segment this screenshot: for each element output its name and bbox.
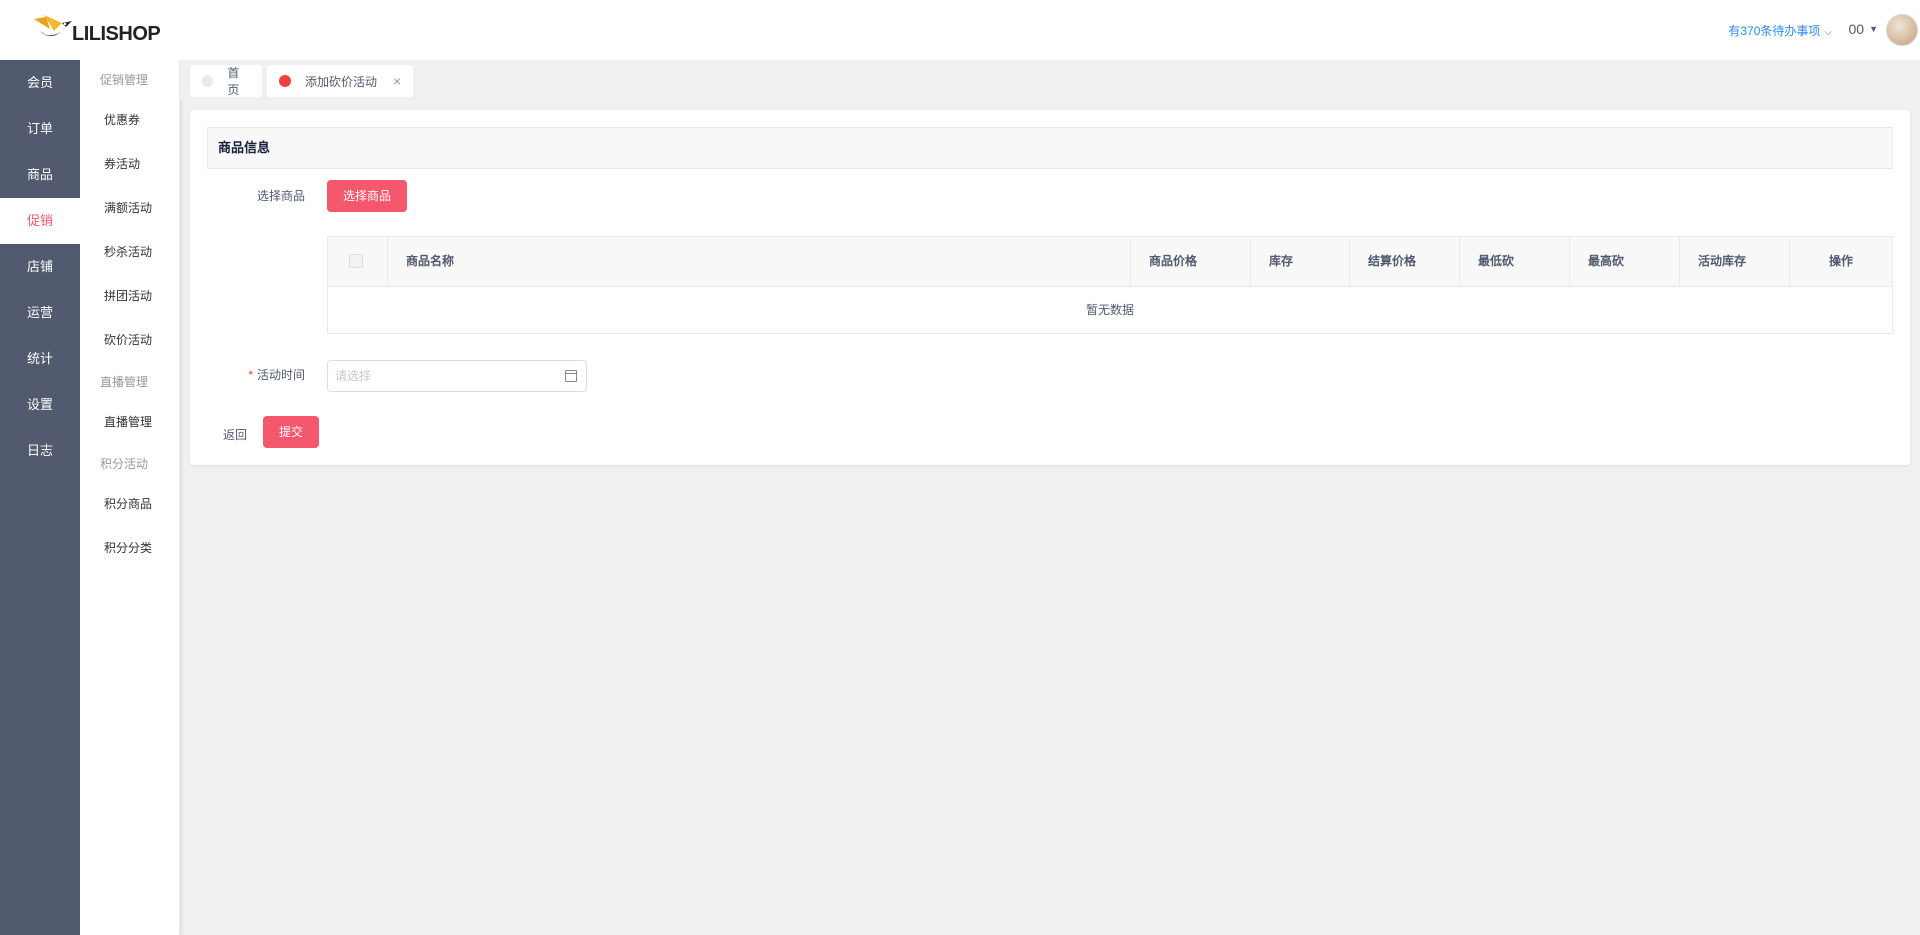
column-header: 商品价格 [1131, 237, 1251, 286]
submit-button[interactable]: 提交 [263, 416, 319, 448]
subnav-item-points-goods[interactable]: 积分商品 [80, 482, 179, 526]
column-header: 最低砍 [1460, 237, 1570, 286]
goods-table: 商品名称 商品价格 库存 结算价格 最低砍 最高砍 活动库存 操作 暂无数据 [327, 236, 1893, 334]
tab-add-bargain[interactable]: 添加砍价活动 × [267, 65, 414, 97]
nav-item-store[interactable]: 店铺 [0, 244, 80, 290]
logo-text: LILISHOP [72, 22, 161, 45]
caret-down-icon: ▼ [1869, 24, 1878, 34]
tab-status-dot-icon [202, 75, 214, 87]
select-all-cell [328, 237, 388, 286]
nav-item-goods[interactable]: 商品 [0, 152, 80, 198]
calendar-icon [565, 370, 577, 382]
select-goods-label: 选择商品 [256, 189, 305, 203]
nav-group-title: 促销管理 [100, 73, 149, 87]
activity-time-picker[interactable]: 请选择 [327, 360, 587, 392]
tab-label: 首页 [227, 66, 240, 97]
primary-sidebar: 会员 订单 商品 促销 店铺 运营 统计 设置 日志 [0, 0, 80, 935]
bird-logo-icon [32, 13, 74, 47]
activity-time-label: * 活动时间 [230, 366, 305, 383]
nav-item-statistics[interactable]: 统计 [0, 336, 80, 382]
select-all-checkbox[interactable] [349, 254, 363, 268]
column-header: 商品名称 [388, 237, 1131, 286]
tab-status-dot-icon [279, 75, 291, 87]
secondary-sidebar: 促销管理 优惠券 券活动 满额活动 秒杀活动 拼团活动 砍价活动 直播管理 直播… [80, 60, 180, 935]
tab-home[interactable]: 首页 [190, 65, 262, 97]
nav-group-title: 积分活动 [100, 457, 149, 471]
empty-state: 暂无数据 [1085, 303, 1134, 317]
date-placeholder: 请选择 [335, 369, 372, 383]
table-header: 商品名称 商品价格 库存 结算价格 最低砍 最高砍 活动库存 操作 [328, 237, 1892, 287]
tab-bar: 首页 添加砍价活动 × [180, 60, 1920, 100]
subnav-item-coupon[interactable]: 优惠券 [80, 98, 179, 142]
column-header: 最高砍 [1570, 237, 1680, 286]
subnav-item-live[interactable]: 直播管理 [80, 400, 179, 444]
tab-label: 添加砍价活动 [305, 74, 378, 89]
todo-text: 有370条待办事项 [1728, 24, 1821, 38]
todo-dropdown[interactable]: 有370条待办事项 ⌵ [1728, 22, 1832, 39]
username: 00 [1848, 21, 1865, 37]
subnav-item-group-buy[interactable]: 拼团活动 [80, 274, 179, 318]
select-goods-button[interactable]: 选择商品 [327, 180, 407, 212]
column-header: 库存 [1251, 237, 1350, 286]
subnav-item-coupon-activity[interactable]: 券活动 [80, 142, 179, 186]
nav-item-log[interactable]: 日志 [0, 428, 80, 474]
subnav-item-bargain[interactable]: 砍价活动 [80, 318, 179, 362]
nav-item-settings[interactable]: 设置 [0, 382, 80, 428]
activity-time-text: 活动时间 [256, 368, 305, 382]
nav-item-promotion[interactable]: 促销 [0, 198, 80, 244]
nav-item-member[interactable]: 会员 [0, 60, 80, 106]
form-card: 商品信息 选择商品 选择商品 商品名称 商品价格 库存 结算价格 最低砍 最高砍… [190, 110, 1910, 465]
avatar[interactable] [1886, 14, 1918, 46]
user-menu[interactable]: 00 ▼ [1849, 21, 1879, 37]
primary-nav-list: 会员 订单 商品 促销 店铺 运营 统计 设置 日志 [0, 60, 80, 474]
column-header: 操作 [1828, 254, 1853, 268]
column-header: 结算价格 [1350, 237, 1460, 286]
nav-item-order[interactable]: 订单 [0, 106, 80, 152]
section-title: 商品信息 [207, 127, 1893, 169]
close-icon[interactable]: × [393, 73, 401, 89]
chevron-down-icon: ⌵ [1824, 27, 1832, 38]
subnav-item-seckill[interactable]: 秒杀活动 [80, 230, 179, 274]
column-header: 活动库存 [1680, 237, 1790, 286]
subnav-item-points-category[interactable]: 积分分类 [80, 526, 179, 570]
nav-group-title: 直播管理 [100, 375, 149, 389]
required-asterisk: * [248, 368, 253, 382]
top-header: 有370条待办事项 ⌵ 00 ▼ [180, 0, 1920, 60]
nav-item-operation[interactable]: 运营 [0, 290, 80, 336]
logo[interactable]: LILISHOP [0, 0, 180, 60]
back-button[interactable]: 返回 [223, 426, 247, 443]
subnav-item-full-discount[interactable]: 满额活动 [80, 186, 179, 230]
